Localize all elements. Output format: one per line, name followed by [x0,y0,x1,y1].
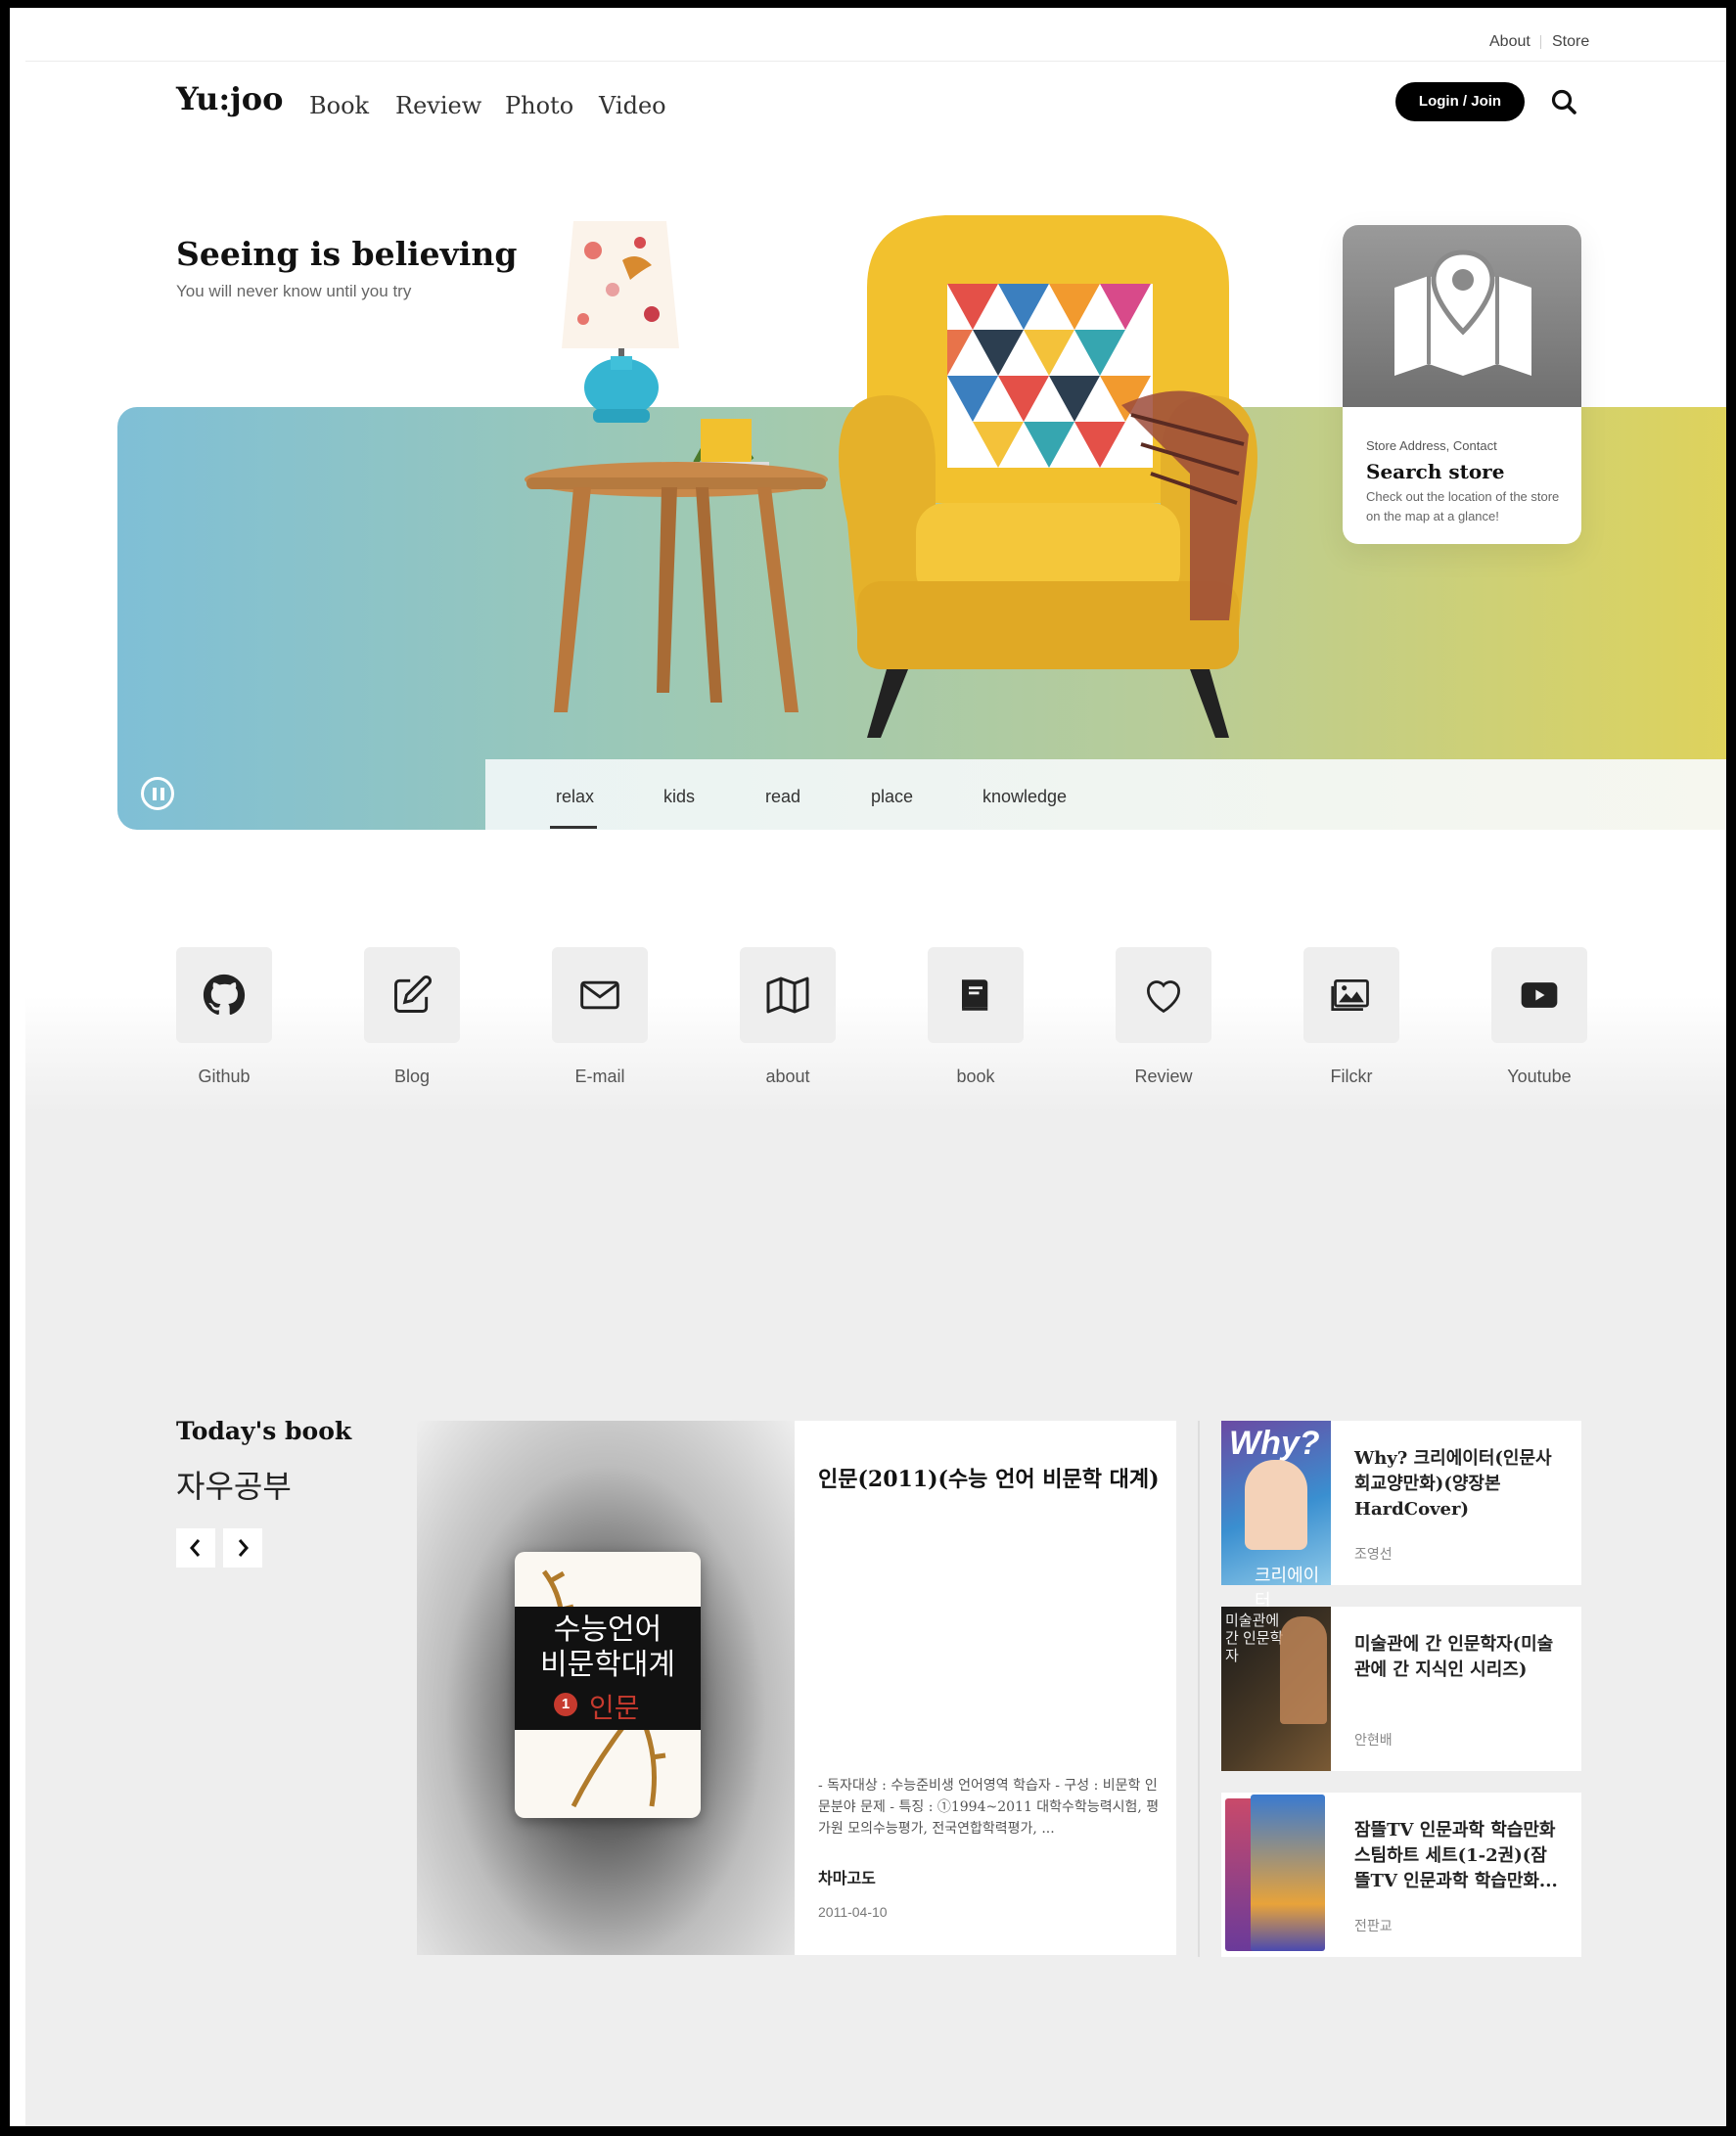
tab-knowledge[interactable]: knowledge [982,787,1067,807]
nav-video[interactable]: Video [599,92,666,119]
book-list-divider [1198,1421,1200,1957]
shortcut-label-book: book [956,1067,995,1086]
prev-button[interactable] [176,1528,215,1568]
featured-book-author: 차마고도 [818,1869,876,1887]
cover-portrait [1280,1616,1327,1724]
side-book-cover: Why? 크리에이터 [1221,1421,1331,1611]
featured-book-cover: 수능언어 비문학대계 1 인문 [515,1552,701,1818]
book-icon [962,979,988,1011]
cover-title-line2: 비문학대계 [540,1649,675,1681]
mail-icon [580,980,619,1010]
side-book-title: 미술관에 간 인문학자(미술관에 간 지식인 시리즈) [1354,1634,1554,1680]
map-pin-icon [1394,250,1531,376]
edit-icon [394,976,432,1013]
shortcut-label-about: about [765,1067,810,1086]
blog-button[interactable] [364,947,460,1043]
youtube-button[interactable] [1491,947,1587,1043]
chevron-right-icon [238,1539,249,1557]
search-store-card[interactable]: Store Address, Contact Search store Chec… [1343,225,1581,544]
todays-book-heading: Today's book [176,1417,352,1445]
side-book-item[interactable]: 잠뜰TV 인문과학 학습만화 스팀하트 세트(1-2권)(잠뜰TV 인문과학 학… [1221,1793,1581,1957]
about-link[interactable]: About [1489,33,1530,51]
card-title: Search store [1366,460,1505,483]
flickr-button[interactable] [1303,947,1399,1043]
side-book-item[interactable]: 미술관에 간 인문학자 미술관에 간 인문학자(미술관에 간 지식인 시리즈) … [1221,1607,1581,1771]
shortcut-label-email: E-mail [574,1067,625,1086]
featured-book-description: - 독자대상 : 수능준비생 언어영역 학습자 - 구성 : 비문학 인문분야 … [818,1778,1160,1837]
tab-place[interactable]: place [871,787,913,807]
next-button[interactable] [223,1528,262,1568]
login-join-button[interactable]: Login / Join [1395,82,1525,121]
email-button[interactable] [552,947,648,1043]
review-button[interactable] [1116,947,1211,1043]
about-button[interactable] [740,947,836,1043]
pause-icon[interactable] [141,777,174,810]
youtube-icon [1521,982,1558,1008]
shortcut-label-youtube: Youtube [1507,1067,1572,1086]
armchair-illustration [839,215,1257,738]
side-book-item[interactable]: Why? 크리에이터 Why? 크리에이터(인문사회교양만화)(양장본 Hard… [1221,1421,1581,1611]
shortcut-label-review: Review [1134,1067,1193,1086]
lamp-illustration [562,221,679,423]
tab-relax[interactable]: relax [556,787,594,807]
map-icon [766,977,809,1014]
cover-subject: 인문 [589,1693,640,1723]
card-eyebrow: Store Address, Contact [1366,438,1497,453]
store-link[interactable]: Store [1552,33,1589,51]
heart-icon [1147,980,1180,1014]
shortcut-label-github: Github [198,1067,251,1086]
cover-title-text: 미술관에 간 인문학자 [1225,1613,1284,1664]
cover-volume-badge: 1 [554,1693,577,1716]
side-book-author: 안현배 [1354,1732,1393,1748]
side-book-title: 잠뜰TV 인문과학 학습만화 스팀하트 세트(1-2권)(잠뜰TV 인문과학 학… [1354,1820,1558,1891]
cover-volume-2 [1251,1795,1325,1951]
hero-subtitle: You will never know until you try [176,282,412,300]
card-map-area [1343,225,1581,407]
active-tab-indicator [550,826,597,829]
cover-title-line1: 수능언어 [553,1613,662,1646]
tab-kids[interactable]: kids [663,787,695,807]
nav-book[interactable]: Book [309,92,369,119]
side-book-cover: 미술관에 간 인문학자 [1221,1607,1331,1771]
shortcut-label-flickr: Filckr [1330,1067,1373,1086]
featured-book-image[interactable]: 수능언어 비문학대계 1 인문 [417,1421,795,1955]
side-book-cover [1221,1793,1331,1957]
nav-review[interactable]: Review [395,92,481,119]
github-icon [203,974,246,1016]
tab-read[interactable]: read [765,787,800,807]
hero-title: Seeing is believing [176,235,518,273]
site-logo[interactable]: Yu:joo [176,80,283,117]
image-icon [1331,978,1369,1012]
book-button[interactable] [928,947,1024,1043]
featured-book-date: 2011-04-10 [818,1904,888,1920]
side-book-title: Why? 크리에이터(인문사회교양만화)(양장본 HardCover) [1354,1448,1552,1520]
side-table-illustration [525,419,828,712]
page: About Store Yu:joo Book Review Photo Vid… [25,8,1726,2126]
card-description: Check out the location of the store on t… [1366,489,1560,523]
search-icon[interactable] [1548,86,1581,119]
cover-caption: 크리에이터 [1255,1566,1320,1611]
browser-frame: About Store Yu:joo Book Review Photo Vid… [0,0,1736,2136]
featured-book-title[interactable]: 인문(2011)(수능 언어 비문학 대계) [818,1462,1161,1493]
utility-bar: About Store [25,16,1726,62]
side-book-author: 전판교 [1354,1918,1393,1933]
cover-logo-text: Why? [1229,1425,1320,1462]
chevron-left-icon [190,1539,201,1557]
shortcut-label-blog: Blog [393,1067,431,1086]
nav-photo[interactable]: Photo [505,92,573,119]
cover-character [1245,1460,1307,1550]
github-button[interactable] [176,947,272,1043]
utility-divider [1540,35,1541,49]
todays-book-subheading: 자우공부 [176,1468,292,1505]
side-book-author: 조영선 [1354,1546,1393,1562]
